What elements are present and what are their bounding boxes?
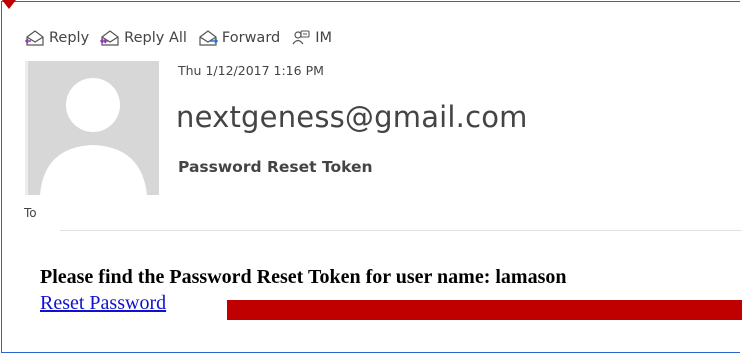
im-label: IM (315, 30, 333, 46)
reply-icon (25, 30, 44, 46)
to-label: To (24, 206, 37, 220)
redaction-bar (227, 300, 742, 320)
reply-button[interactable]: Reply (25, 29, 89, 47)
red-pointer-marker (2, 0, 16, 9)
message-body-text: Please find the Password Reset Token for… (40, 266, 567, 288)
im-button[interactable]: IM (291, 29, 332, 47)
sender-avatar (25, 61, 159, 195)
message-subject: Password Reset Token (178, 158, 373, 176)
im-icon (292, 30, 310, 45)
reply-all-icon (100, 30, 119, 46)
reply-all-button[interactable]: Reply All (100, 29, 187, 47)
forward-label: Forward (221, 30, 281, 46)
message-date: Thu 1/12/2017 1:16 PM (178, 63, 324, 78)
header-divider (60, 230, 742, 231)
forward-icon (199, 30, 218, 46)
reply-all-label: Reply All (124, 30, 187, 46)
message-toolbar: Reply Reply All Forward IM (25, 26, 343, 50)
avatar-placeholder-icon (40, 78, 147, 195)
reset-password-link[interactable]: Reset Password (40, 292, 166, 315)
forward-button[interactable]: Forward (198, 29, 280, 47)
reply-label: Reply (49, 30, 90, 46)
sender-address[interactable]: nextgeness@gmail.com (176, 100, 528, 134)
